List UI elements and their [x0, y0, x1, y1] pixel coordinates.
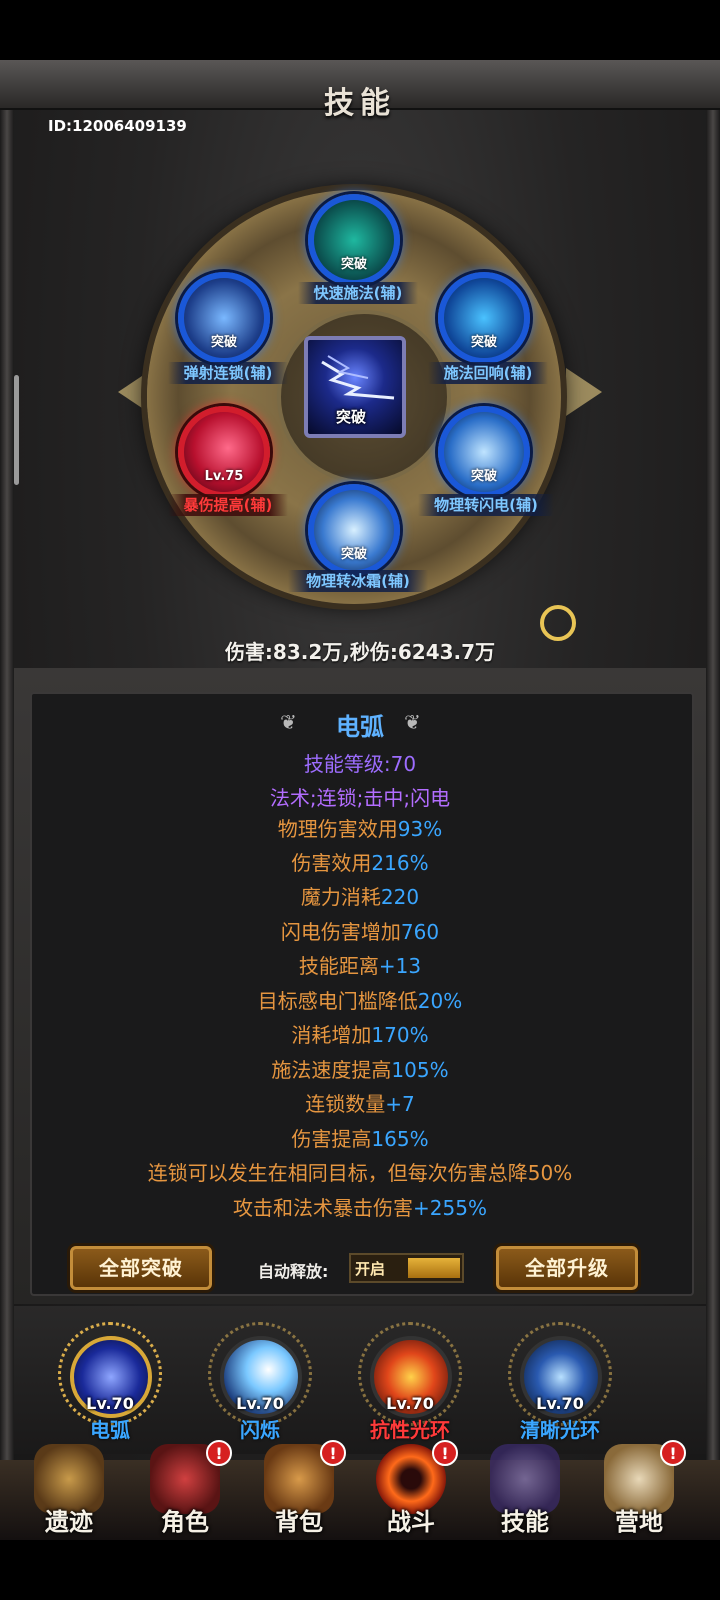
- stat-row: 伤害提高165%: [291, 1127, 429, 1151]
- support-skill-node-6[interactable]: 突破: [308, 484, 400, 576]
- break-all-button[interactable]: 全部突破: [70, 1246, 212, 1290]
- support-skill-node-5[interactable]: 突破: [438, 406, 530, 498]
- nav-camp[interactable]: ! 营地: [584, 1440, 694, 1540]
- auto-cast-label: 自动释放:: [258, 1262, 329, 1281]
- nav-label: 技能: [501, 1508, 549, 1536]
- bottom-bar: [0, 1540, 720, 1600]
- damage-summary: 伤害:83.2万,秒伤:6243.7万: [224, 640, 496, 664]
- support-skill-node-4[interactable]: Lv.75: [178, 406, 270, 498]
- nav-label: 背包: [275, 1508, 323, 1536]
- auto-cast-toggle-fill: [408, 1258, 460, 1278]
- skill-slot-4[interactable]: Lv.70 清晰光环: [510, 1332, 610, 1442]
- slot-level: Lv.70: [86, 1394, 134, 1413]
- stat-row: 施法速度提高105%: [271, 1058, 449, 1082]
- upgrade-all-button[interactable]: 全部升级: [496, 1246, 638, 1290]
- node-tag: 突破: [470, 469, 497, 484]
- support-skill-node-3[interactable]: 突破: [438, 272, 530, 364]
- support-skill-node-2[interactable]: 突破: [178, 272, 270, 364]
- skill-slot-1[interactable]: Lv.70 电弧: [60, 1332, 160, 1442]
- node-label-5: 物理转闪电(辅): [418, 494, 554, 516]
- node-tag: 突破: [340, 257, 367, 272]
- node-tag: 突破: [340, 547, 367, 562]
- stat-row: 魔力消耗220: [300, 885, 420, 909]
- stat-row: 攻击和法术暴击伤害+255%: [233, 1196, 487, 1220]
- stat-row: 闪电伤害增加760: [280, 920, 440, 944]
- node-label-3: 施法回响(辅): [428, 362, 548, 384]
- skill-name: 电弧: [336, 713, 384, 741]
- main-skill-tag: 突破: [336, 408, 367, 426]
- node-label-6: 物理转冰霜(辅): [288, 570, 428, 592]
- node-tag: Lv.75: [204, 469, 244, 484]
- slot-name: 电弧: [90, 1418, 130, 1442]
- stat-row: 连锁数量+7: [305, 1092, 415, 1116]
- nav-label: 角色: [161, 1508, 209, 1536]
- nav-battle[interactable]: ! 战斗: [356, 1440, 466, 1540]
- node-label-1: 快速施法(辅): [298, 282, 418, 304]
- node-tag: 突破: [210, 335, 237, 350]
- alert-badge: !: [206, 1440, 232, 1466]
- status-bar: [0, 0, 720, 60]
- nav-label: 遗迹: [45, 1508, 93, 1536]
- stat-row: 物理伤害效用93%: [277, 817, 443, 841]
- lightning-icon: [321, 355, 395, 400]
- node-tag: 突破: [470, 335, 497, 350]
- skill-slot-2[interactable]: Lv.70 闪烁: [210, 1332, 310, 1442]
- nav-skills[interactable]: 技能: [470, 1440, 580, 1540]
- slot-name: 闪烁: [240, 1418, 280, 1442]
- scrollbar[interactable]: [14, 375, 19, 485]
- nav-character[interactable]: ! 角色: [130, 1440, 240, 1540]
- page-title: 技能: [324, 86, 396, 121]
- nav-bag[interactable]: ! 背包: [244, 1440, 354, 1540]
- stat-row: 伤害效用216%: [291, 851, 429, 875]
- skill-slot-3[interactable]: Lv.70 抗性光环: [360, 1332, 460, 1442]
- slot-name: 抗性光环: [370, 1418, 450, 1442]
- slot-level: Lv.70: [236, 1394, 284, 1413]
- alert-badge: !: [320, 1440, 346, 1466]
- stat-row: 目标感电门槛降低20%: [257, 989, 463, 1013]
- player-id: ID:12006409139: [48, 117, 187, 135]
- wheel-right-arrow: [566, 368, 602, 416]
- skill-tags: 法术;连锁;击中;闪电: [269, 786, 451, 810]
- nav-label: 战斗: [387, 1508, 435, 1536]
- skill-level: 技能等级:70: [303, 752, 417, 776]
- stat-row: 消耗增加170%: [291, 1023, 429, 1047]
- slot-level: Lv.70: [386, 1394, 434, 1413]
- slot-level: Lv.70: [536, 1394, 584, 1413]
- alert-badge: !: [660, 1440, 686, 1466]
- support-skill-node-1[interactable]: 突破: [308, 194, 400, 286]
- auto-cast-state: 开启: [355, 1260, 386, 1278]
- alert-badge: !: [432, 1440, 458, 1466]
- main-skill-icon[interactable]: 突破: [304, 336, 406, 438]
- stat-row: 连锁可以发生在相同目标，但每次伤害总降50%: [147, 1161, 573, 1185]
- node-label-4: 暴伤提高(辅): [168, 494, 288, 516]
- node-label-2: 弹射连锁(辅): [168, 362, 288, 384]
- stat-row: 技能距离+13: [298, 954, 422, 978]
- nav-ruins[interactable]: 遗迹: [14, 1440, 124, 1540]
- nav-label: 营地: [615, 1508, 663, 1536]
- slot-name: 清晰光环: [520, 1418, 600, 1442]
